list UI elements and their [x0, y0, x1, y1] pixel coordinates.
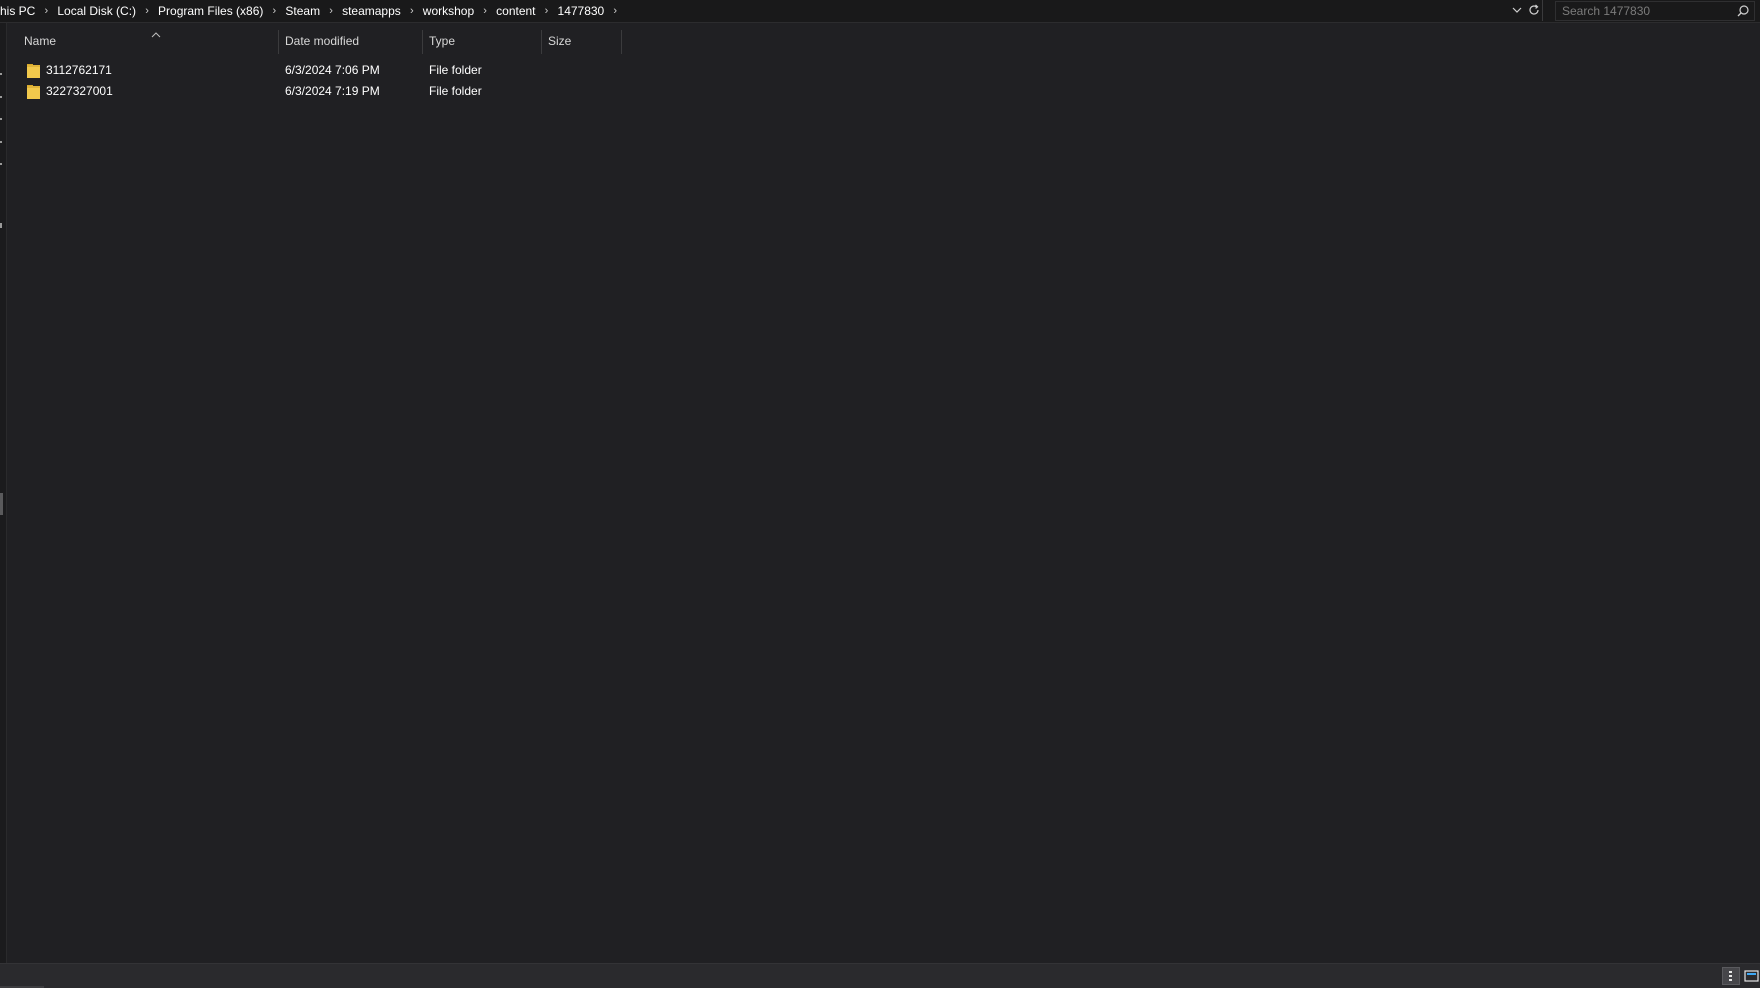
breadcrumb-local-disk[interactable]: Local Disk (C:) — [57, 4, 136, 18]
file-date-modified: 6/3/2024 7:06 PM — [285, 63, 380, 77]
details-view-button[interactable] — [1722, 967, 1740, 985]
column-header-name[interactable]: Name — [18, 28, 286, 54]
breadcrumb-program-files[interactable]: Program Files (x86) — [158, 4, 263, 18]
file-row[interactable]: 3112762171 6/3/2024 7:06 PM File folder — [8, 60, 1748, 80]
breadcrumb-separator-icon[interactable]: › — [263, 5, 285, 17]
search-input[interactable] — [1562, 3, 1727, 19]
breadcrumb-separator-icon[interactable]: › — [320, 5, 342, 17]
breadcrumb-separator-icon[interactable]: › — [35, 5, 57, 17]
column-headers: Name Date modified Type Size — [8, 28, 1758, 54]
large-icons-view-icon — [1744, 970, 1759, 982]
details-view-icon — [1729, 971, 1732, 981]
breadcrumb-separator-icon[interactable]: › — [536, 5, 558, 17]
nav-item-fragment[interactable] — [0, 163, 2, 165]
address-row: his PC › Local Disk (C:) › Program Files… — [0, 0, 1760, 23]
file-name: 3227327001 — [46, 84, 113, 98]
search-box[interactable] — [1555, 1, 1755, 21]
nav-item-fragment[interactable] — [0, 118, 2, 120]
file-date-modified: 6/3/2024 7:19 PM — [285, 84, 380, 98]
file-name: 3112762171 — [46, 63, 112, 77]
refresh-icon[interactable] — [1526, 2, 1542, 18]
folder-icon — [27, 62, 41, 78]
column-header-date-modified[interactable]: Date modified — [279, 28, 423, 54]
nav-item-fragment[interactable] — [0, 223, 2, 228]
nav-item-fragment[interactable] — [0, 141, 2, 143]
breadcrumb-steam[interactable]: Steam — [285, 4, 320, 18]
nav-item-fragment[interactable] — [0, 73, 2, 75]
breadcrumb-1477830[interactable]: 1477830 — [558, 4, 605, 18]
breadcrumb-separator-icon[interactable]: › — [474, 5, 496, 17]
file-row[interactable]: 3227327001 6/3/2024 7:19 PM File folder — [8, 81, 1748, 101]
file-type: File folder — [429, 84, 482, 98]
address-bar[interactable]: his PC › Local Disk (C:) › Program Files… — [0, 0, 1543, 21]
column-divider[interactable] — [621, 30, 622, 54]
nav-item-fragment[interactable] — [0, 96, 2, 98]
breadcrumb-content[interactable]: content — [496, 4, 535, 18]
file-explorer-window: his PC › Local Disk (C:) › Program Files… — [0, 0, 1760, 988]
file-type: File folder — [429, 63, 482, 77]
chevron-down-icon[interactable] — [1509, 2, 1525, 18]
folder-icon — [27, 83, 41, 99]
breadcrumb: his PC › Local Disk (C:) › Program Files… — [0, 0, 626, 21]
breadcrumb-separator-icon[interactable]: › — [136, 5, 158, 17]
breadcrumb-this-pc[interactable]: his PC — [0, 4, 35, 18]
breadcrumb-steamapps[interactable]: steamapps — [342, 4, 401, 18]
column-header-size[interactable]: Size — [542, 28, 621, 54]
status-bar — [0, 963, 1760, 988]
breadcrumb-separator-icon[interactable]: › — [401, 5, 423, 17]
breadcrumb-workshop[interactable]: workshop — [423, 4, 474, 18]
pane-splitter[interactable] — [0, 493, 3, 515]
breadcrumb-separator-icon[interactable]: › — [604, 5, 626, 17]
search-icon[interactable] — [1736, 4, 1750, 18]
column-header-type[interactable]: Type — [423, 28, 542, 54]
large-icons-view-button[interactable] — [1743, 967, 1760, 985]
